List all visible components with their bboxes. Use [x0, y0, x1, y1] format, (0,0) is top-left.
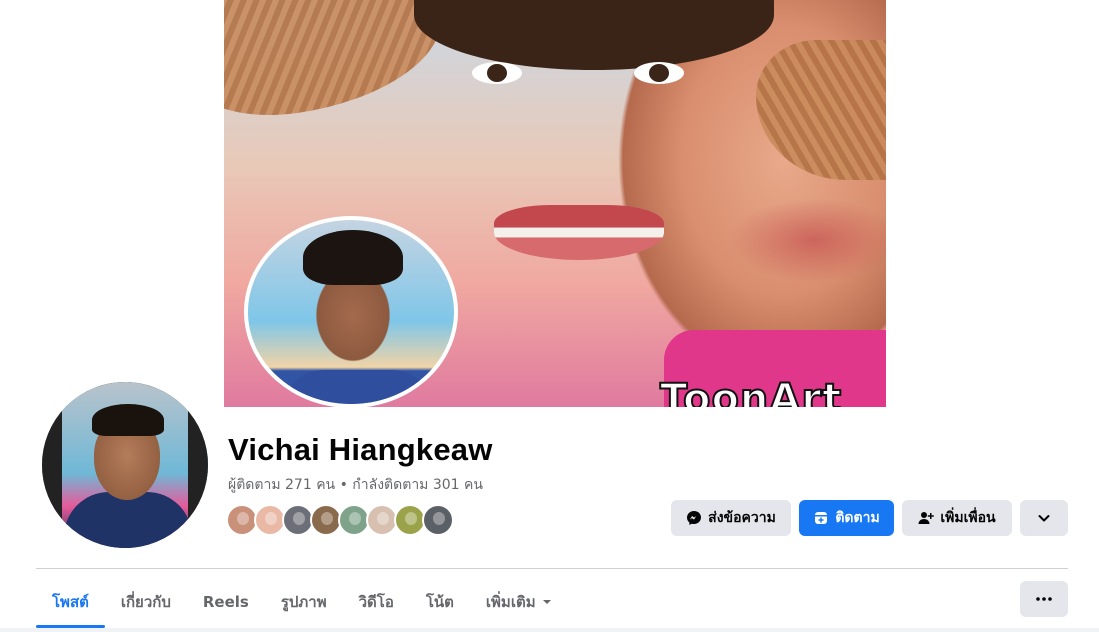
avatar-hair: [92, 404, 164, 436]
tab-photos[interactable]: รูปภาพ: [265, 578, 343, 626]
ellipsis-icon: [1036, 597, 1052, 601]
follow-button[interactable]: ติดตาม: [799, 500, 894, 536]
tab-about[interactable]: เกี่ยวกับ: [105, 578, 187, 626]
header-divider: [36, 568, 1068, 569]
mutual-friend-avatar[interactable]: [422, 504, 454, 536]
profile-avatar[interactable]: [38, 378, 212, 552]
follow-icon: [815, 512, 828, 524]
tab-label: Reels: [202, 593, 249, 611]
inset-body: [283, 370, 433, 404]
profile-name: Vichai Hiangkeaw: [228, 432, 493, 467]
cover-decoration: [756, 40, 886, 180]
cover-brow: [439, 30, 539, 42]
tab-notes[interactable]: โน้ต: [410, 578, 470, 626]
add-friend-button[interactable]: เพิ่มเพื่อน: [902, 500, 1012, 536]
tab-more[interactable]: เพิ่มเติม: [470, 578, 568, 626]
page-bottom-edge: [0, 628, 1099, 632]
cover-lips: [494, 205, 664, 260]
tab-label: วิดีโอ: [358, 593, 394, 611]
expand-button[interactable]: [1020, 500, 1068, 536]
profile-tabs: โพสต์ เกี่ยวกับ Reels รูปภาพ วิดีโอ โน้ต…: [36, 578, 568, 628]
follow-button-label: ติดตาม: [835, 510, 880, 526]
tab-label: เกี่ยวกับ: [120, 593, 171, 611]
cover-eye: [634, 62, 684, 84]
tab-label: รูปภาพ: [280, 593, 327, 611]
tab-videos[interactable]: วิดีโอ: [343, 578, 410, 626]
tab-reels[interactable]: Reels: [187, 578, 265, 626]
caret-down-icon: [542, 600, 551, 604]
follower-stats[interactable]: ผู้ติดตาม 271 คน • กำลังติดตาม 301 คน: [228, 474, 483, 496]
cover-inset-photo: [244, 216, 458, 407]
avatar-frame: [42, 382, 62, 548]
tab-label: โน้ต: [425, 593, 454, 611]
tab-label: เพิ่มเติม: [485, 593, 536, 611]
message-button[interactable]: ส่งข้อความ: [671, 500, 791, 536]
inset-hair: [303, 230, 403, 285]
avatar-frame: [188, 382, 208, 548]
tab-posts[interactable]: โพสต์: [36, 578, 105, 628]
tab-label: โพสต์: [52, 593, 89, 611]
add-friend-icon: [918, 512, 935, 524]
cover-watermark: ToonArt: [659, 375, 843, 407]
message-button-label: ส่งข้อความ: [708, 510, 776, 526]
messenger-icon: [687, 511, 702, 525]
cover-brow: [619, 30, 719, 42]
mutual-friends-avatars[interactable]: [226, 504, 454, 536]
chevron-down-icon: [1038, 515, 1050, 522]
avatar-torso: [64, 492, 192, 548]
more-options-button[interactable]: [1020, 581, 1068, 617]
cover-photo[interactable]: ToonArt: [224, 0, 886, 407]
cover-eye: [472, 62, 522, 84]
add-friend-button-label: เพิ่มเพื่อน: [940, 510, 996, 526]
